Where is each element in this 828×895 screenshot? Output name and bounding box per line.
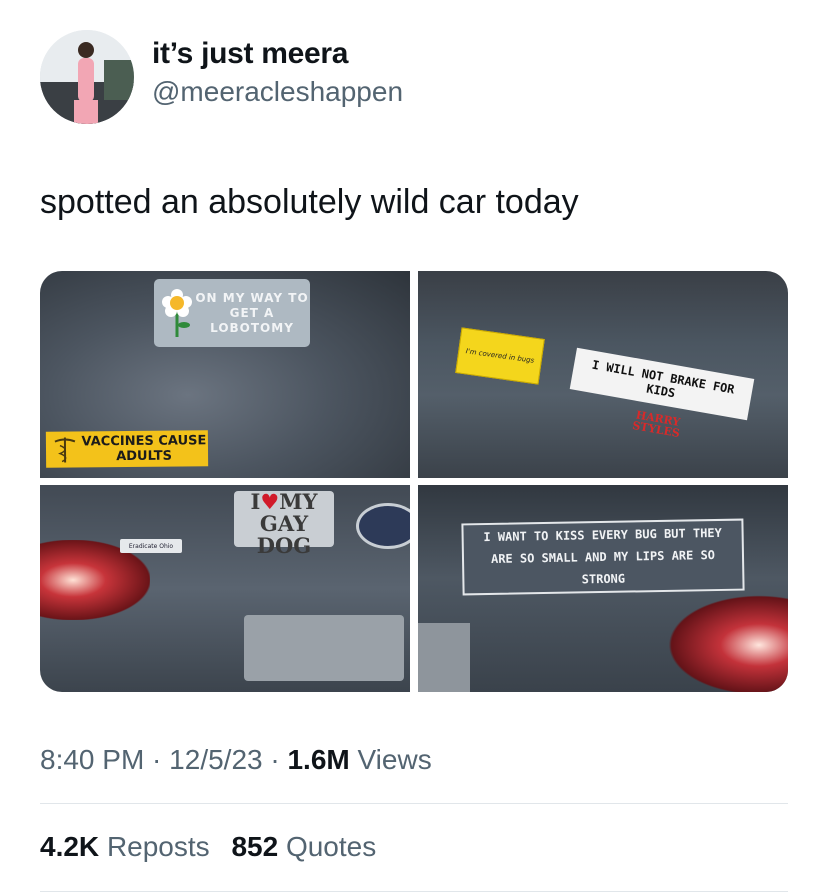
tweet-date[interactable]: 12/5/23: [169, 744, 262, 775]
quotes-count: 852: [231, 831, 279, 862]
reposts-stat[interactable]: 4.2K Reposts: [40, 831, 210, 862]
display-name[interactable]: it’s just meera: [152, 36, 403, 72]
author-names: it’s just meera @meeracleshappen: [152, 36, 403, 110]
lobotomy-sticker-text: ON MY WAY TO GET A LOBOTOMY: [195, 290, 309, 335]
photo-2[interactable]: I'm covered in bugs I WILL NOT BRAKE FOR…: [418, 271, 788, 478]
kiss-bug-sticker: I WANT TO KISS EVERY BUG BUT THEY ARE SO…: [461, 518, 745, 596]
tail-light: [668, 595, 788, 692]
tweet-time[interactable]: 8:40 PM: [40, 744, 144, 775]
bugs-sticker: I'm covered in bugs: [455, 327, 545, 385]
photo-1[interactable]: ON MY WAY TO GET A LOBOTOMY VACCINES CAU…: [40, 271, 410, 478]
brake-sticker: I WILL NOT BRAKE FOR KIDS: [569, 347, 755, 421]
divider: [40, 891, 788, 892]
tweet-text: spotted an absolutely wild car today: [40, 183, 579, 221]
tweet-stats: 4.2K Reposts 852 Quotes: [40, 828, 390, 866]
reposts-label: Reposts: [106, 831, 210, 862]
tweet-header: it’s just meera @meeracleshappen: [40, 30, 403, 124]
license-plate: [244, 615, 404, 681]
tweet-meta: 8:40 PM · 12/5/23 · 1.6M Views: [40, 742, 432, 778]
i-love-my-gay-dog-sticker: I♥MY GAY DOG: [234, 489, 334, 557]
photo-3[interactable]: I♥MY GAY DOG Eradicate Ohio: [40, 485, 410, 692]
avatar[interactable]: [40, 30, 134, 124]
meta-separator: ·: [262, 744, 288, 775]
media-grid: ON MY WAY TO GET A LOBOTOMY VACCINES CAU…: [40, 271, 788, 692]
caduceus-icon: [54, 437, 76, 463]
vaccines-sticker: VACCINES CAUSE ADULTS: [45, 430, 209, 468]
reposts-count: 4.2K: [40, 831, 100, 862]
lobotomy-sticker: ON MY WAY TO GET A LOBOTOMY: [154, 279, 310, 347]
divider: [40, 803, 788, 804]
user-handle[interactable]: @meeracleshappen: [152, 74, 403, 110]
vaccines-sticker-text: VACCINES CAUSE ADULTS: [81, 433, 207, 465]
photo-4[interactable]: I WANT TO KISS EVERY BUG BUT THEY ARE SO…: [418, 485, 788, 692]
views-label: Views: [357, 744, 432, 775]
views-count: 1.6M: [287, 744, 350, 775]
car-emblem: [356, 503, 410, 549]
flower-icon: [162, 289, 192, 337]
meta-separator: ·: [144, 744, 170, 775]
quotes-stat[interactable]: 852 Quotes: [231, 831, 376, 862]
harry-styles-sticker: HARRY STYLES: [631, 408, 682, 441]
ilove-i: I: [250, 489, 261, 514]
quotes-label: Quotes: [285, 831, 377, 862]
eradicate-ohio-sticker: Eradicate Ohio: [120, 539, 182, 553]
avatar-photo: [40, 30, 134, 124]
license-plate: [418, 623, 470, 692]
